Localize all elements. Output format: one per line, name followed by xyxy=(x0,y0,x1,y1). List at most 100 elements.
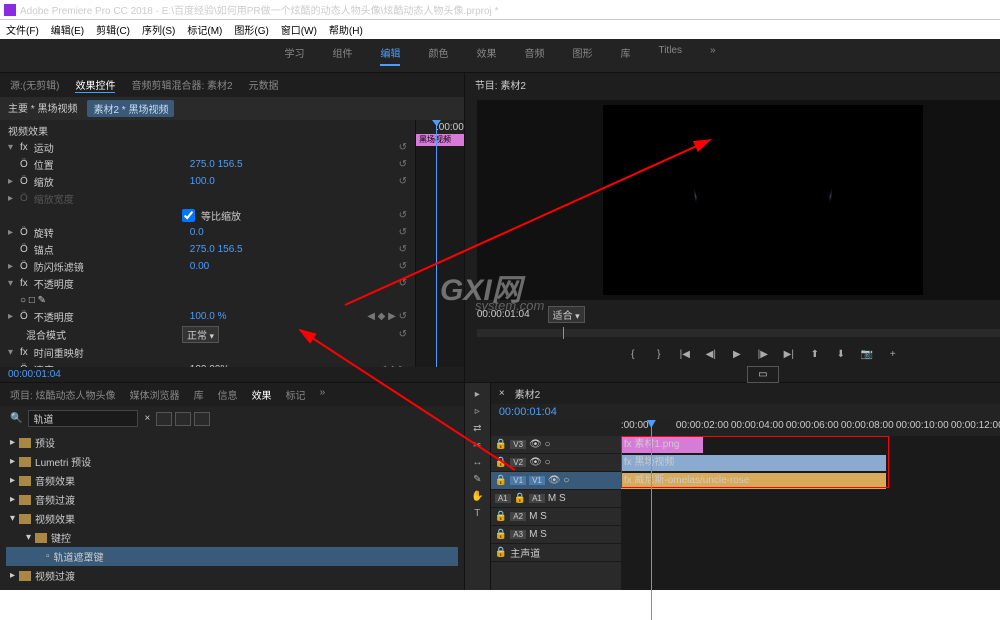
tool-ripple[interactable]: ⇄ xyxy=(469,423,485,437)
tool-slip[interactable]: ↔ xyxy=(469,457,485,471)
filter-icon-2[interactable] xyxy=(175,412,191,426)
menu-clip[interactable]: 剪辑(C) xyxy=(96,22,130,37)
ep-tab-project[interactable]: 项目: 炫酷动态人物头像 xyxy=(10,387,116,402)
ep-tab-effects[interactable]: 效果 xyxy=(252,387,272,402)
effects-folder[interactable]: ▸Lumetri 预设 xyxy=(6,452,458,471)
tab-assembly[interactable]: 组件 xyxy=(332,45,352,66)
menu-file[interactable]: 文件(F) xyxy=(6,22,39,37)
ec-scale-val[interactable]: 100.0 xyxy=(190,176,215,187)
filter-icon-3[interactable] xyxy=(194,412,210,426)
track-v3-head[interactable]: 🔒V3👁 ○ xyxy=(491,436,621,454)
timeline-clips-area[interactable]: fx 素材1.png fx 黑场视频 fx 威尼斯-omelas/uncle-r… xyxy=(621,436,1000,590)
tool-hand[interactable]: ✋ xyxy=(469,491,485,505)
step-fwd-icon[interactable]: |▶ xyxy=(755,347,771,361)
ec-tab-metadata[interactable]: 元数据 xyxy=(249,77,279,93)
clear-icon[interactable]: × xyxy=(144,413,150,424)
go-out-icon[interactable]: ▶| xyxy=(781,347,797,361)
ec-uniform-label: 等比缩放 xyxy=(201,208,241,223)
program-fit[interactable]: 适合 ▾ xyxy=(548,306,585,323)
effects-folder[interactable]: ▾视频效果 xyxy=(6,509,458,528)
timeline-title[interactable]: 素材2 xyxy=(515,386,541,401)
track-a3-head[interactable]: 🔒A3M S xyxy=(491,526,621,544)
ec-timeline[interactable]: :00:00 黑场视频 xyxy=(415,120,464,367)
timeline-timecode[interactable]: 00:00:01:04 xyxy=(499,406,557,418)
tool-select[interactable]: ▸ xyxy=(469,389,485,403)
safe-margins-icon[interactable]: ▭ xyxy=(747,366,778,383)
play-icon[interactable]: ▶ xyxy=(729,347,745,361)
ec-uniform-check[interactable] xyxy=(182,209,195,222)
menu-marker[interactable]: 标记(M) xyxy=(187,22,222,37)
ec-motion[interactable]: 运动 xyxy=(34,140,184,155)
ec-position-val[interactable]: 275.0 156.5 xyxy=(190,159,243,170)
menu-edit[interactable]: 编辑(E) xyxy=(51,22,84,37)
program-timecode[interactable]: 00:00:01:04 xyxy=(477,309,530,320)
effects-search-input[interactable] xyxy=(28,410,138,427)
lift-icon[interactable]: ⬆ xyxy=(807,347,823,361)
settings-icon[interactable]: + xyxy=(885,347,901,361)
ec-opacity[interactable]: 不透明度 xyxy=(34,276,184,291)
program-viewport[interactable] xyxy=(477,100,1000,300)
effects-item-trackmatte[interactable]: ▫轨道遮罩键 xyxy=(6,547,458,566)
menu-window[interactable]: 窗口(W) xyxy=(281,22,317,37)
ec-timecode[interactable]: 00:00:01:04 xyxy=(0,367,464,382)
timeline-ruler[interactable]: :00:00 00:00:02:00 00:00:04:00 00:00:06:… xyxy=(491,420,1000,436)
tab-audio[interactable]: 音频 xyxy=(524,45,544,66)
effects-folder[interactable]: ▸音频过渡 xyxy=(6,490,458,509)
program-scrubber[interactable] xyxy=(477,329,1000,337)
export-frame-icon[interactable]: 📷 xyxy=(859,347,875,361)
program-title[interactable]: 节目: 素材2 xyxy=(465,73,1000,96)
tab-graphics[interactable]: 图形 xyxy=(572,45,592,66)
track-a1-head[interactable]: A1🔒A1M S xyxy=(491,490,621,508)
program-playhead[interactable] xyxy=(563,327,564,339)
ec-anchor-val[interactable]: 275.0 156.5 xyxy=(190,244,243,255)
ec-rotation-val[interactable]: 0.0 xyxy=(190,227,204,238)
menu-help[interactable]: 帮助(H) xyxy=(329,22,363,37)
ec-timeremap[interactable]: 时间重映射 xyxy=(34,345,184,360)
ruler-mark: 00:00:02:00 xyxy=(676,420,731,436)
track-a2-head[interactable]: 🔒A2M S xyxy=(491,508,621,526)
tool-track-select[interactable]: ▹ xyxy=(469,406,485,420)
ec-timeline-clip[interactable]: 黑场视频 xyxy=(416,134,464,146)
tool-type[interactable]: T xyxy=(469,508,485,522)
highlight-box-2 xyxy=(621,436,889,488)
go-in-icon[interactable]: |◀ xyxy=(677,347,693,361)
filter-icon-1[interactable] xyxy=(156,412,172,426)
ec-flicker-val[interactable]: 0.00 xyxy=(190,261,209,272)
tab-titles[interactable]: Titles xyxy=(658,45,682,66)
ep-tabs-overflow[interactable]: » xyxy=(320,387,326,402)
tab-effects[interactable]: 效果 xyxy=(476,45,496,66)
ep-tab-markers[interactable]: 标记 xyxy=(286,387,306,402)
effects-subfolder[interactable]: ▾键控 xyxy=(6,528,458,547)
timeline-playhead[interactable] xyxy=(651,420,652,620)
tool-pen[interactable]: ✎ xyxy=(469,474,485,488)
effects-folder[interactable]: ▸视频过渡 xyxy=(6,566,458,585)
ec-tab-audiomixer[interactable]: 音频剪辑混合器: 素材2 xyxy=(131,77,232,93)
ec-opacity-val[interactable]: 100.0 % xyxy=(190,311,227,322)
menu-sequence[interactable]: 序列(S) xyxy=(142,22,175,37)
ep-tab-info[interactable]: 信息 xyxy=(218,387,238,402)
track-v2-head[interactable]: 🔒V2👁 ○ xyxy=(491,454,621,472)
tab-editing[interactable]: 编辑 xyxy=(380,45,400,66)
track-v1-head[interactable]: 🔒V1V1👁 ○ xyxy=(491,472,621,490)
ep-tab-media[interactable]: 媒体浏览器 xyxy=(130,387,180,402)
tab-library[interactable]: 库 xyxy=(620,45,630,66)
mark-in-icon[interactable]: { xyxy=(625,347,641,361)
step-back-icon[interactable]: ◀| xyxy=(703,347,719,361)
track-master-head[interactable]: 🔒主声道 xyxy=(491,544,621,562)
ec-blend-val[interactable]: 正常 ▾ xyxy=(182,326,219,343)
reset-icon[interactable]: ↺ xyxy=(399,142,407,153)
effects-folder[interactable]: ▸音频效果 xyxy=(6,471,458,490)
ec-tab-source[interactable]: 源:(无剪辑) xyxy=(10,77,59,93)
ec-playhead[interactable] xyxy=(436,120,437,367)
ec-flicker: 防闪烁滤镜 xyxy=(34,259,184,274)
effects-folder[interactable]: ▸预设 xyxy=(6,433,458,452)
extract-icon[interactable]: ⬇ xyxy=(833,347,849,361)
ec-tab-effectcontrols[interactable]: 效果控件 xyxy=(75,77,115,93)
menu-graphics[interactable]: 图形(G) xyxy=(234,22,268,37)
tabs-overflow-icon[interactable]: » xyxy=(710,45,716,66)
tool-razor[interactable]: ✂ xyxy=(469,440,485,454)
mark-out-icon[interactable]: } xyxy=(651,347,667,361)
ep-tab-lib[interactable]: 库 xyxy=(194,387,204,402)
tab-color[interactable]: 颜色 xyxy=(428,45,448,66)
tab-learn[interactable]: 学习 xyxy=(284,45,304,66)
